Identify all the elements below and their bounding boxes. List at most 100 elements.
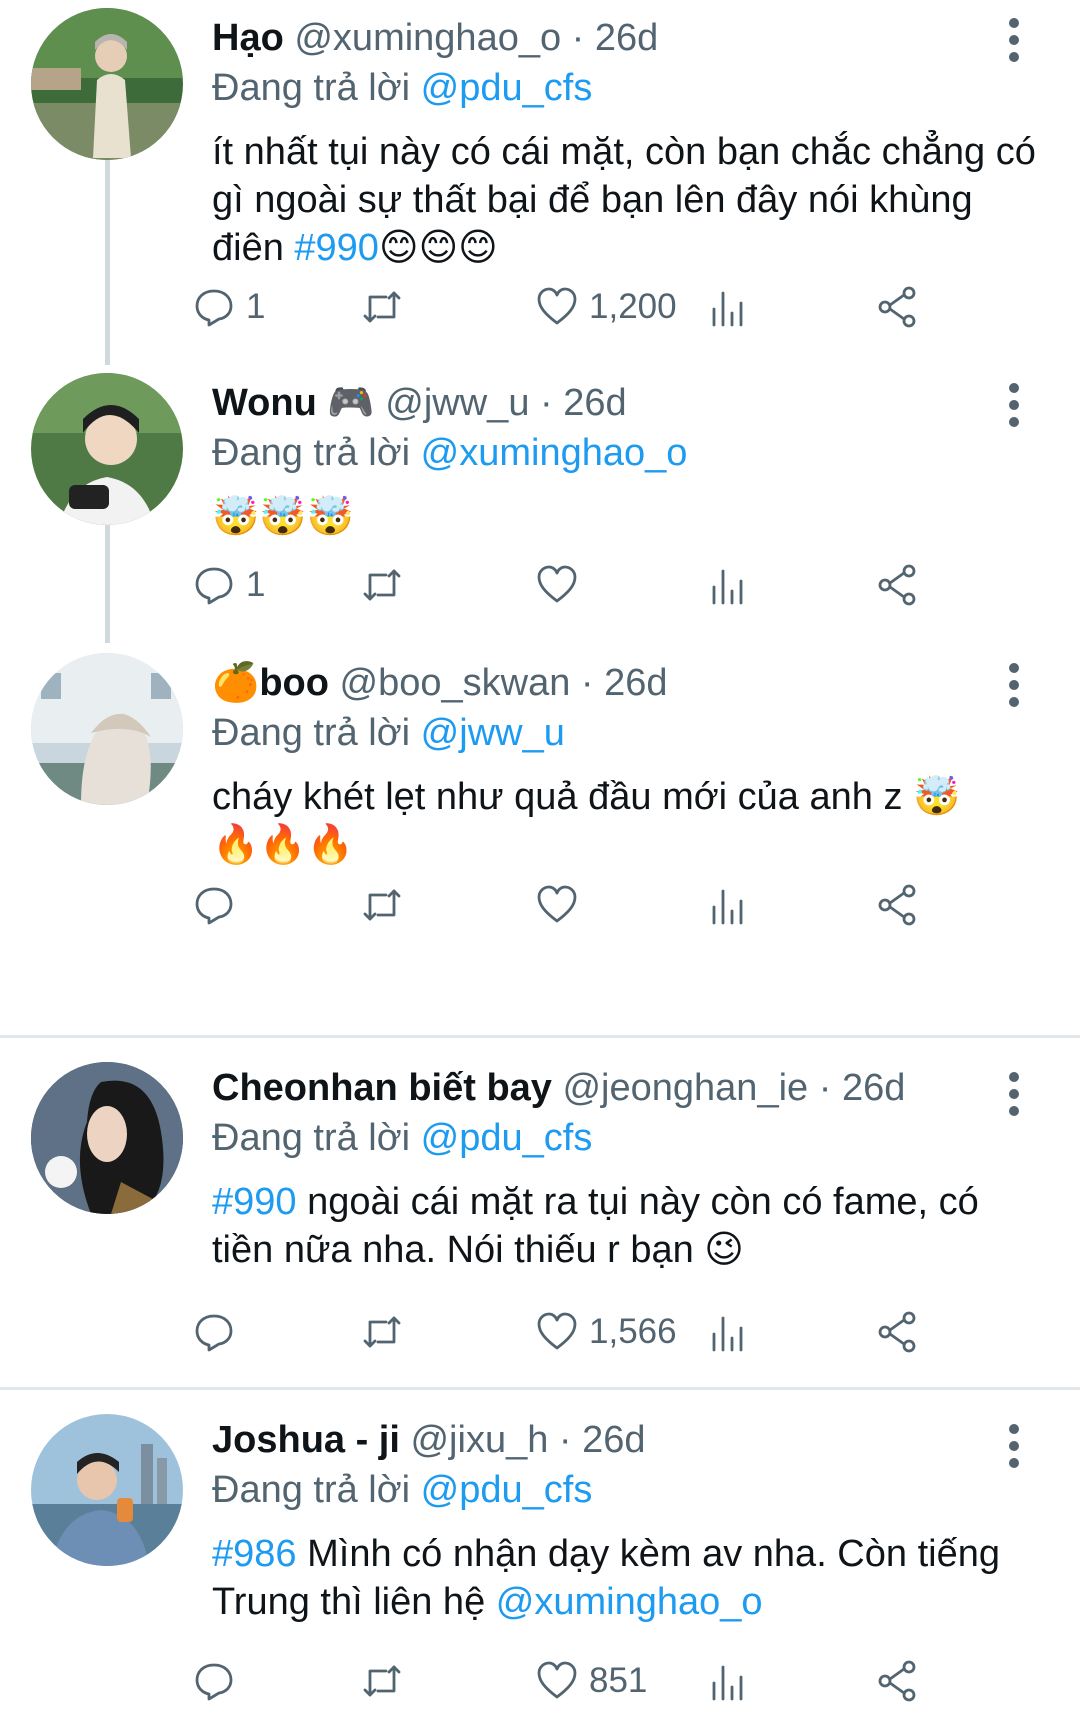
retweet-button[interactable]: [360, 560, 404, 610]
like-button[interactable]: [535, 560, 579, 610]
more-vertical-icon[interactable]: [1004, 663, 1024, 707]
display-name[interactable]: Wonu: [212, 382, 317, 424]
views-button[interactable]: [706, 880, 750, 930]
hashtag-link[interactable]: #986: [212, 1533, 297, 1575]
replying-mention[interactable]: @xuminghao_o: [421, 432, 688, 474]
avatar[interactable]: [31, 1414, 183, 1566]
tweet-emoji-line: 🔥🔥🔥: [212, 824, 354, 866]
retweet-icon: [363, 1316, 401, 1348]
replying-label: Đang trả lời: [212, 712, 411, 754]
share-button[interactable]: [876, 1656, 920, 1706]
timestamp[interactable]: 26d: [582, 1419, 645, 1461]
like-count: 1,200: [589, 287, 677, 326]
share-button[interactable]: [876, 880, 920, 930]
tweet[interactable]: Wonu 🎮 @jww_u · 26d Đang trả lời @xuming…: [0, 365, 1080, 645]
user-handle[interactable]: @jixu_h: [410, 1419, 548, 1461]
share-button[interactable]: [876, 1307, 920, 1357]
timestamp[interactable]: 26d: [842, 1067, 905, 1109]
reply-button[interactable]: [192, 1307, 236, 1357]
more-vertical-icon[interactable]: [1004, 1072, 1024, 1116]
like-button[interactable]: 851: [535, 1656, 647, 1706]
replying-mention[interactable]: @pdu_cfs: [421, 1117, 593, 1159]
tweet-header: 🍊boo @boo_skwan · 26d: [212, 659, 668, 707]
hashtag-link[interactable]: #990: [212, 1181, 297, 1223]
separator-dot: ·: [558, 1419, 572, 1461]
retweet-button[interactable]: [360, 1307, 404, 1357]
heart-icon: [537, 1312, 577, 1350]
avatar[interactable]: [31, 1062, 183, 1214]
reply-count: 1: [246, 565, 266, 604]
tweet-header: Hạo @xuminghao_o · 26d: [212, 14, 658, 62]
user-handle[interactable]: @jeonghan_ie: [562, 1067, 808, 1109]
display-name[interactable]: Joshua - ji: [212, 1419, 400, 1461]
more-vertical-icon[interactable]: [1004, 1424, 1024, 1468]
user-handle[interactable]: @xuminghao_o: [294, 17, 561, 59]
display-name[interactable]: Cheonhan biết bay: [212, 1067, 552, 1109]
retweet-button[interactable]: [360, 282, 404, 332]
tweet-text-content: ngoài cái mặt ra tụi này còn có fame, có…: [212, 1181, 979, 1271]
tweet-actions: 1 1,200: [0, 282, 1080, 332]
timestamp[interactable]: 26d: [604, 662, 667, 704]
more-vertical-icon[interactable]: [1004, 18, 1024, 62]
timestamp[interactable]: 26d: [563, 382, 626, 424]
user-handle[interactable]: @jww_u: [385, 382, 529, 424]
reply-icon: [195, 567, 233, 605]
tweet[interactable]: Joshua - ji @jixu_h · 26d Đang trả lời @…: [0, 1394, 1080, 1716]
hashtag-link[interactable]: #990: [294, 227, 379, 269]
replying-label: Đang trả lời: [212, 67, 411, 109]
replying-mention[interactable]: @pdu_cfs: [421, 67, 593, 109]
views-button[interactable]: [706, 1656, 750, 1706]
share-button[interactable]: [876, 560, 920, 610]
avatar[interactable]: [31, 373, 183, 525]
mention-link[interactable]: @xuminghao_o: [496, 1581, 763, 1623]
heart-icon: [537, 565, 577, 603]
reply-button[interactable]: [192, 1656, 236, 1706]
avatar[interactable]: [31, 8, 183, 160]
reply-button[interactable]: [192, 880, 236, 930]
views-button[interactable]: [706, 282, 750, 332]
more-vertical-icon[interactable]: [1004, 383, 1024, 427]
timestamp[interactable]: 26d: [595, 17, 658, 59]
tweet[interactable]: Hạo @xuminghao_o · 26d Đang trả lời @pdu…: [0, 0, 1080, 365]
user-handle[interactable]: @boo_skwan: [340, 662, 571, 704]
display-name[interactable]: boo: [259, 662, 329, 704]
views-button[interactable]: [706, 560, 750, 610]
tweet-actions: 851: [0, 1656, 1080, 1706]
share-button[interactable]: [876, 282, 920, 332]
replying-to: Đang trả lời @pdu_cfs: [212, 1114, 592, 1162]
like-button[interactable]: 1,566: [535, 1307, 677, 1357]
like-button[interactable]: [535, 880, 579, 930]
replying-to: Đang trả lời @jww_u: [212, 709, 565, 757]
tweet[interactable]: Cheonhan biết bay @jeonghan_ie · 26d Đan…: [0, 1042, 1080, 1387]
retweet-button[interactable]: [360, 1656, 404, 1706]
replying-mention[interactable]: @jww_u: [421, 712, 565, 754]
views-button[interactable]: [706, 1307, 750, 1357]
tweet-text: #986 Mình có nhận dạy kèm av nha. Còn ti…: [212, 1530, 1042, 1626]
like-button[interactable]: 1,200: [535, 282, 677, 332]
like-count: 1,566: [589, 1312, 677, 1351]
reply-icon: [195, 289, 233, 327]
retweet-icon: [363, 291, 401, 323]
replying-to: Đang trả lời @pdu_cfs: [212, 1466, 592, 1514]
share-icon: [878, 286, 916, 328]
tweet[interactable]: 🍊boo @boo_skwan · 26d Đang trả lời @jww_…: [0, 645, 1080, 1035]
retweet-button[interactable]: [360, 880, 404, 930]
tweet-actions: [0, 880, 1080, 930]
replying-mention[interactable]: @pdu_cfs: [421, 1469, 593, 1511]
reply-button[interactable]: 1: [192, 282, 265, 332]
tweet-separator: [0, 1035, 1080, 1038]
display-name[interactable]: Hạo: [212, 17, 284, 59]
heart-icon: [537, 287, 577, 325]
avatar[interactable]: [31, 653, 183, 805]
reply-icon: [195, 1663, 233, 1701]
heart-icon: [537, 1661, 577, 1699]
replying-to: Đang trả lời @xuminghao_o: [212, 429, 687, 477]
separator-dot: ·: [571, 17, 585, 59]
separator-dot: ·: [540, 382, 553, 424]
reply-button[interactable]: 1: [192, 560, 265, 610]
tweet-text: cháy khét lẹt như quả đầu mới của anh z …: [212, 776, 961, 818]
retweet-icon: [363, 889, 401, 921]
views-chart-icon: [712, 889, 743, 925]
orange-emoji: 🍊: [212, 662, 260, 704]
gamepad-emoji: 🎮: [327, 382, 375, 424]
